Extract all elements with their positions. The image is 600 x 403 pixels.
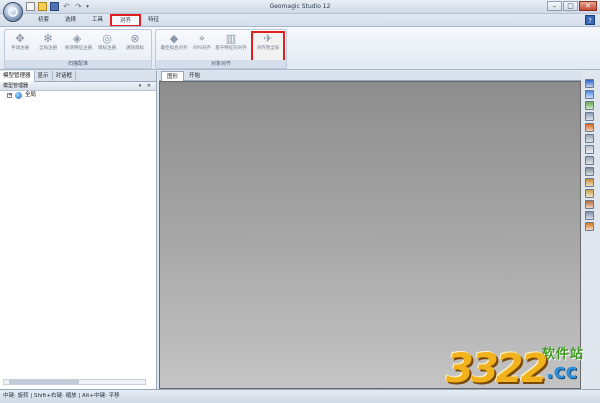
best-fit-alignment-icon: ◆ [169,32,179,45]
view-tool-icon-4[interactable] [584,112,594,121]
detect-feature-registration-button[interactable]: ◈ 探测特征注册 [65,32,92,61]
expand-icon[interactable]: + [7,93,12,98]
close-button[interactable]: ✕ [579,1,597,11]
view-tool-icon-14[interactable] [584,222,594,231]
globe-icon [15,92,22,99]
feature-based-alignment-button[interactable]: ▥ 基于特征的对齐 [214,33,248,61]
tab-dialog[interactable]: 对话框 [53,71,77,82]
clear-targets-icon: ⊗ [130,32,140,45]
manual-registration-icon: ✥ [15,32,25,45]
tab-align[interactable]: 对齐 [110,14,142,27]
maximize-button[interactable]: □ [563,1,578,11]
sidebar-tabs: 模型管理器 显示 对话框 [0,71,156,82]
view-tool-icon-10[interactable] [584,178,594,187]
best-fit-alignment-button[interactable]: ◆ 最佳拟合对齐 [159,33,189,61]
watermark-suffix: .cc [546,359,578,383]
view-tool-icon-11[interactable] [584,189,594,198]
tab-model-manager[interactable]: 模型管理器 [0,71,35,82]
align-to-global-icon: ✈ [263,32,273,45]
tab-select[interactable]: 选择 [57,15,84,26]
tab-features[interactable]: 特征 [140,15,167,26]
tab-display[interactable]: 显示 [35,71,53,82]
tree-item-global[interactable]: + 全局 [0,91,156,100]
ribbon-tab-bar: 初套 选择 工具 对齐 特征 ? [0,14,600,27]
view-tool-icon-9[interactable] [584,167,594,176]
scrollbar-thumb[interactable] [9,380,79,384]
tab-initial[interactable]: 初套 [30,15,57,26]
watermark-number: 3322 [446,346,548,392]
view-tool-icon-5[interactable] [584,123,594,132]
viewport-tabs: 图形 开始 [159,71,581,81]
panel-title: 模型管理器 [3,83,29,89]
global-registration-button[interactable]: ✻ 全局注册 [36,33,60,61]
tab-start[interactable]: 开始 [184,71,205,81]
tab-tools[interactable]: 工具 [84,15,111,26]
ribbon: ✥ 手动注册 ✻ 全局注册 ◈ 探测特征注册 ◎ 目标注册 ⊗ 清除目标 扫描配… [0,26,600,70]
horizontal-scrollbar[interactable] [3,379,146,385]
right-view-toolbar [582,79,596,231]
panel-header: 模型管理器 ▾ ✕ [0,82,156,91]
detect-feature-icon: ◈ [72,32,82,45]
panel-controls[interactable]: ▾ ✕ [139,82,153,91]
group-title-object-alignment: 对象对齐 [156,60,286,68]
application-menu-button[interactable] [3,2,23,22]
view-tool-icon-2[interactable] [584,90,594,99]
group-object-alignment: ◆ 最佳拟合对齐 ⌖ RPS对齐 ▥ 基于特征的对齐 ✈ 对齐到全局 对象对齐 [155,29,287,69]
view-tool-icon-13[interactable] [584,211,594,220]
view-tool-icon-1[interactable] [584,79,594,88]
title-bar: ↶ ↷ ▾ Geomagic Studio 12 – □ ✕ [0,0,600,14]
view-tool-icon-7[interactable] [584,145,594,154]
view-tool-icon-12[interactable] [584,200,594,209]
view-tool-icon-6[interactable] [584,134,594,143]
manual-registration-button[interactable]: ✥ 手动注册 [8,33,32,61]
minimize-button[interactable]: – [547,1,562,11]
watermark-logo: 软件站 3322 .cc [446,339,596,395]
feature-based-alignment-icon: ▥ [225,32,237,45]
rps-alignment-icon: ⌖ [198,32,206,45]
align-to-global-button[interactable]: ✈ 对齐到全局 [251,31,285,63]
group-scan-registration: ✥ 手动注册 ✻ 全局注册 ◈ 探测特征注册 ◎ 目标注册 ⊗ 清除目标 扫描配… [4,29,152,69]
window-title: Geomagic Studio 12 [269,3,331,10]
help-icon[interactable]: ? [585,15,595,25]
clear-targets-button[interactable]: ⊗ 清除目标 [123,33,147,61]
tree-item-label: 全局 [25,92,37,98]
model-manager-sidebar: 模型管理器 显示 对话框 模型管理器 ▾ ✕ + 全局 [0,71,157,389]
window-controls: – □ ✕ [547,1,597,11]
group-title-scan-registration: 扫描配准 [5,60,151,68]
view-tool-icon-8[interactable] [584,156,594,165]
rps-alignment-button[interactable]: ⌖ RPS对齐 [192,33,212,61]
target-registration-icon: ◎ [102,32,112,45]
app-logo-icon [8,7,18,17]
tab-graphics[interactable]: 图形 [161,71,185,81]
target-registration-button[interactable]: ◎ 目标注册 [95,33,119,61]
view-tool-icon-3[interactable] [584,101,594,110]
global-registration-icon: ✻ [43,32,53,45]
